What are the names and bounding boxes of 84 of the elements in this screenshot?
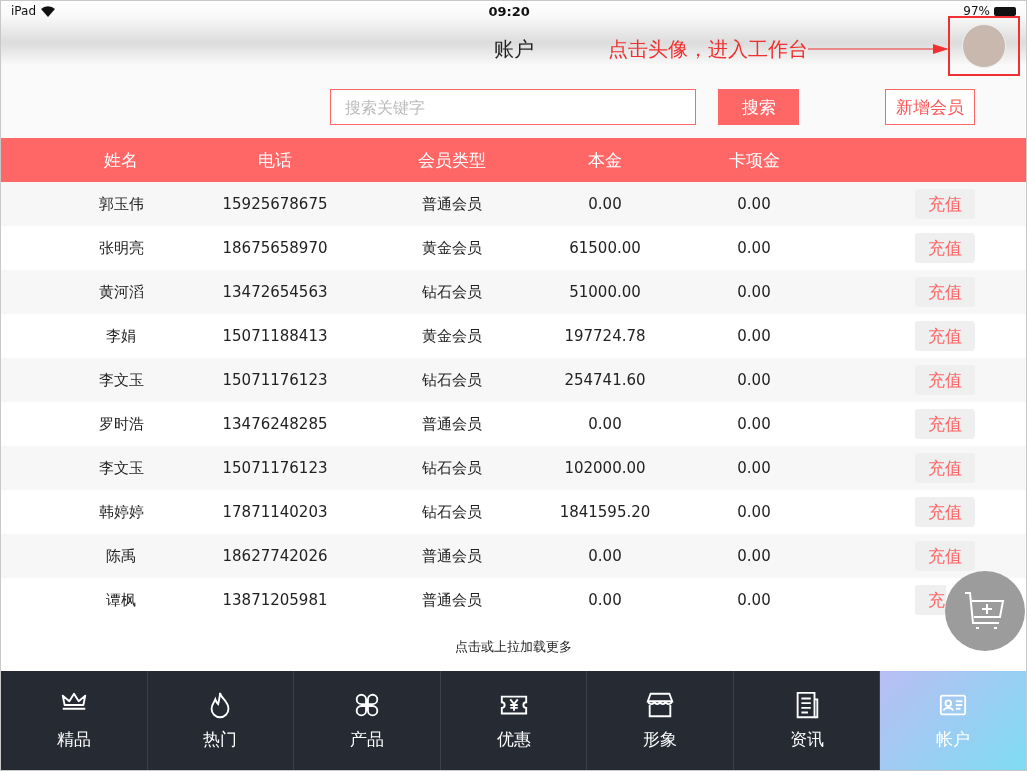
table-cell: 黄金会员 <box>422 326 482 346</box>
table-cell: 15071188413 <box>222 327 328 345</box>
table-cell: 钻石会员 <box>422 458 482 478</box>
recharge-button[interactable]: 充值 <box>915 365 975 395</box>
add-member-button[interactable]: 新增会员 <box>885 89 975 125</box>
recharge-button[interactable]: 充值 <box>915 497 975 527</box>
table-cell: 钻石会员 <box>422 370 482 390</box>
table-cell: 18627742026 <box>222 547 328 565</box>
recharge-button[interactable]: 充值 <box>915 541 975 571</box>
table-cell: 15925678675 <box>222 195 328 213</box>
battery-icon <box>994 6 1016 16</box>
avatar[interactable] <box>962 24 1006 68</box>
table-cell: 0.00 <box>737 371 771 389</box>
table-cell: 61500.00 <box>569 239 641 257</box>
table-cell: 13472654563 <box>222 283 328 301</box>
table-cell: 李文玉 <box>98 370 144 390</box>
table-cell: 钻石会员 <box>422 282 482 302</box>
table-cell: 黄河滔 <box>98 282 144 302</box>
column-header: 姓名 <box>104 148 138 172</box>
recharge-button[interactable]: 充值 <box>915 189 975 219</box>
wifi-icon <box>41 5 55 17</box>
table-cell: 0.00 <box>737 415 771 433</box>
search-button[interactable]: 搜索 <box>718 89 799 125</box>
table-cell: 0.00 <box>737 195 771 213</box>
table-cell: 黄金会员 <box>422 238 482 258</box>
table-cell: 普通会员 <box>422 546 482 566</box>
table-cell: 51000.00 <box>569 283 641 301</box>
table-cell: 197724.78 <box>564 327 646 345</box>
table-cell: 谭枫 <box>106 590 136 610</box>
table-cell: 15071176123 <box>222 371 328 389</box>
recharge-button[interactable]: 充 <box>915 585 946 615</box>
table-cell: 1841595.20 <box>559 503 651 521</box>
table-cell: 13476248285 <box>222 415 328 433</box>
recharge-button[interactable]: 充值 <box>915 233 975 263</box>
recharge-button[interactable]: 充值 <box>915 453 975 483</box>
table-cell: 罗时浩 <box>98 414 144 434</box>
table-cell: 0.00 <box>737 591 771 609</box>
tab[interactable]: 优惠 <box>440 671 588 770</box>
table-cell: 张明亮 <box>98 238 144 258</box>
table-cell: 李娟 <box>106 326 136 346</box>
table-cell: 0.00 <box>737 327 771 345</box>
table-cell: 0.00 <box>737 503 771 521</box>
device-name: iPad <box>11 4 36 18</box>
column-header: 会员类型 <box>418 148 486 172</box>
status-time: 09:20 <box>488 3 530 19</box>
table-cell: 17871140203 <box>222 503 328 521</box>
table-cell: 0.00 <box>737 239 771 257</box>
recharge-button[interactable]: 充值 <box>915 321 975 351</box>
table-cell: 普通会员 <box>422 590 482 610</box>
store-icon <box>645 690 676 720</box>
table-cell: 韩婷婷 <box>98 502 144 522</box>
table-cell: 郭玉伟 <box>98 194 144 214</box>
recharge-button[interactable]: 充值 <box>915 409 975 439</box>
table-cell: 0.00 <box>588 591 622 609</box>
search-field[interactable]: 搜索关键字 <box>330 89 696 125</box>
table-cell: 254741.60 <box>564 371 646 389</box>
tab[interactable]: 精品 <box>1 671 148 770</box>
column-header: 电话 <box>258 148 292 172</box>
table-cell: 0.00 <box>737 283 771 301</box>
table-cell: 15071176123 <box>222 459 328 477</box>
tab[interactable]: 产品 <box>294 671 441 770</box>
column-header: 本金 <box>588 148 622 172</box>
column-header: 卡项金 <box>728 148 780 172</box>
table-cell: 13871205981 <box>222 591 328 609</box>
table-cell: 普通会员 <box>422 414 482 434</box>
table-cell: 钻石会员 <box>422 502 482 522</box>
recharge-button[interactable]: 充值 <box>915 277 975 307</box>
table-cell: 普通会员 <box>422 194 482 214</box>
table-cell: 李文玉 <box>98 458 144 478</box>
table-cell: 0.00 <box>588 547 622 565</box>
table-cell: 0.00 <box>588 415 622 433</box>
page-title: 账户 <box>493 35 534 63</box>
table-cell: 102000.00 <box>564 459 646 477</box>
table-cell: 陈禹 <box>106 546 136 566</box>
tab[interactable]: 帐户 <box>880 671 1027 770</box>
annotation-text: 点击头像，进入工作台 <box>607 35 808 63</box>
table-cell: 0.00 <box>588 195 622 213</box>
tab[interactable]: 热门 <box>147 671 295 770</box>
table-cell: 0.00 <box>737 547 771 565</box>
table-cell: 18675658970 <box>222 239 328 257</box>
load-more-text[interactable]: 点击或上拉加载更多 <box>455 637 572 656</box>
battery-percent: 97% <box>963 4 990 18</box>
tab[interactable]: 形象 <box>587 671 734 770</box>
table-cell: 0.00 <box>737 459 771 477</box>
